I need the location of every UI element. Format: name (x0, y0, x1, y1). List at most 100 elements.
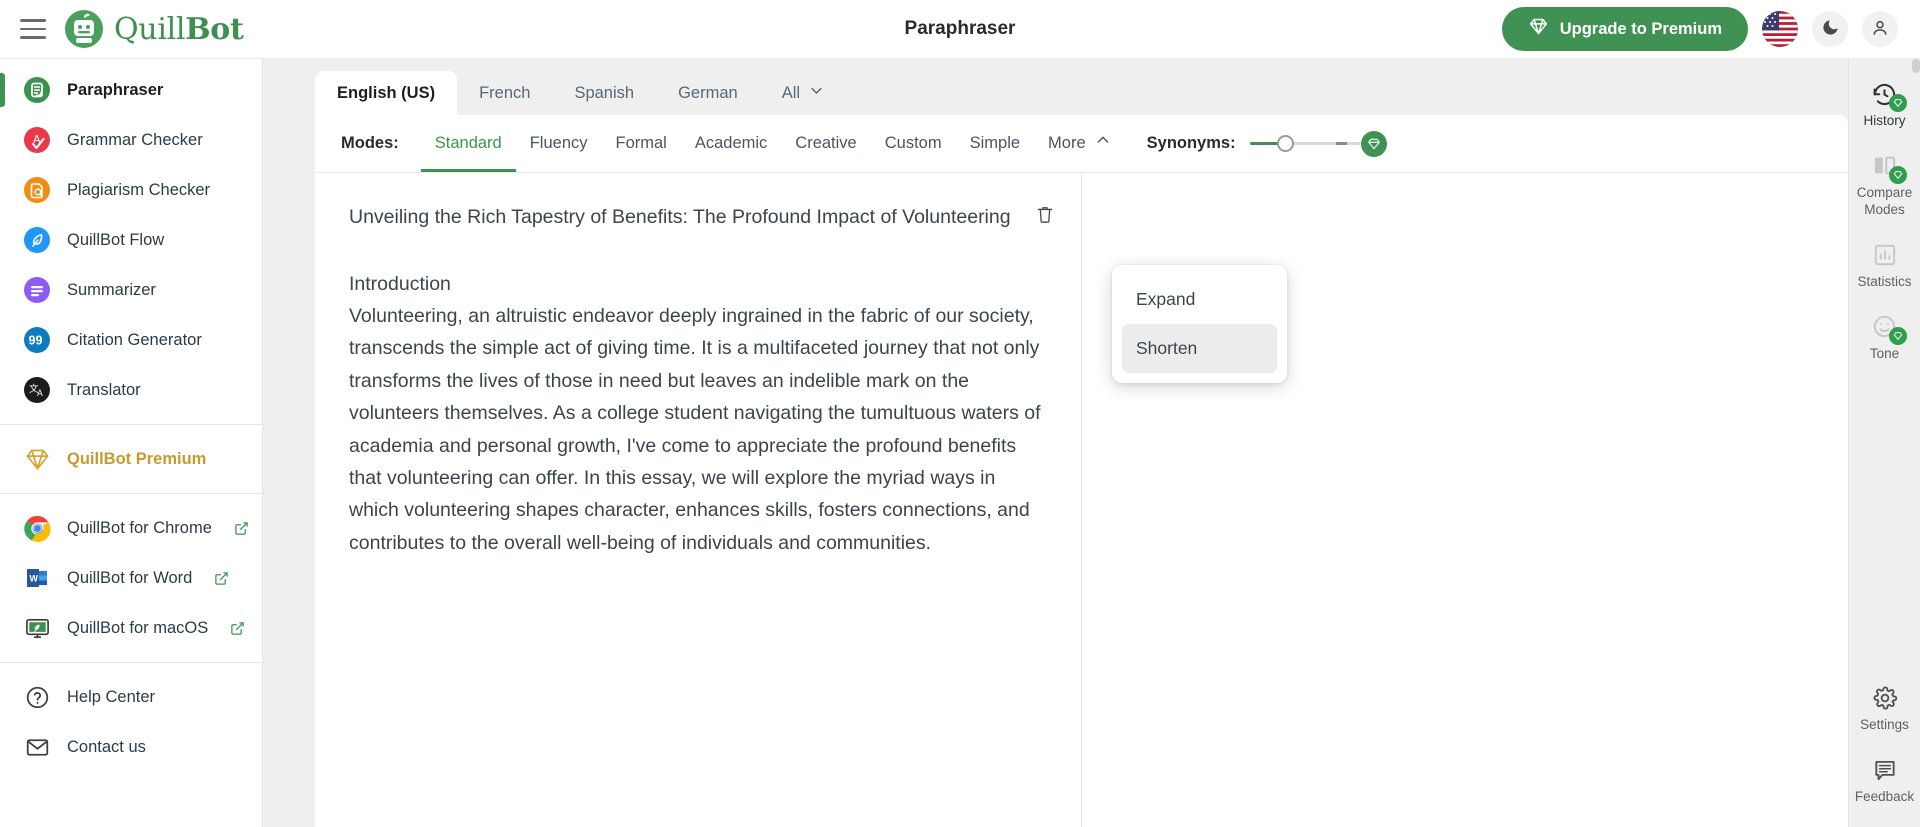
mode-formal[interactable]: Formal (602, 115, 681, 172)
help-circle-icon (22, 682, 52, 712)
sidebar-item-quillbot-for-chrome[interactable]: QuillBot for Chrome (0, 503, 262, 553)
mode-fluency[interactable]: Fluency (516, 115, 602, 172)
mode-simple[interactable]: Simple (956, 115, 1034, 172)
sidebar-item-plagiarism-checker[interactable]: Plagiarism Checker (0, 165, 262, 215)
diamond-icon (22, 444, 52, 474)
rail-label: Compare Modes (1856, 184, 1913, 217)
synonyms-slider[interactable] (1249, 130, 1387, 157)
scrollbar-thumb[interactable] (1912, 59, 1920, 73)
macos-icon (22, 613, 52, 643)
sidebar-item-quillbot-for-word[interactable]: W QuillBot for Word (0, 553, 262, 603)
plagiarism-checker-icon (22, 175, 52, 205)
dark-mode-toggle[interactable] (1812, 11, 1848, 47)
sidebar-item-quillbot-flow[interactable]: QuillBot Flow (0, 215, 262, 265)
rail-item-statistics[interactable]: Statistics (1849, 240, 1920, 291)
paraphraser-card: Modes: Standard Fluency Formal Academic … (315, 115, 1848, 827)
chevron-up-icon (1095, 115, 1111, 172)
rail-label: Settings (1860, 717, 1909, 733)
sidebar-item-help-center[interactable]: Help Center (0, 672, 262, 722)
slider-empty-track (1283, 141, 1361, 146)
tab-german[interactable]: German (656, 71, 760, 115)
chevron-down-icon (809, 83, 824, 103)
rail-item-tone[interactable]: Tone (1849, 312, 1920, 363)
rail-label: Feedback (1854, 789, 1915, 805)
statistics-bars-icon (1869, 240, 1901, 270)
tab-label: All (781, 83, 801, 102)
synonyms-control: Synonyms: (1146, 130, 1387, 157)
sidebar-label: QuillBot Premium (67, 449, 207, 468)
mode-standard[interactable]: Standard (421, 115, 516, 172)
document-section-heading: Introduction (349, 272, 451, 295)
tab-french[interactable]: French (457, 71, 552, 115)
quillbot-robot-icon (64, 9, 104, 49)
brand-text: QuillBot (114, 11, 244, 47)
tab-label: English (US) (337, 83, 436, 102)
trash-icon[interactable] (1031, 199, 1059, 232)
sidebar-item-grammar-checker[interactable]: A Grammar Checker (0, 115, 262, 165)
tab-spanish[interactable]: Spanish (552, 71, 656, 115)
history-clock-icon (1869, 79, 1907, 112)
external-link-icon (214, 571, 229, 586)
tab-english-us[interactable]: English (US) (315, 71, 458, 115)
sidebar-item-quillbot-for-macos[interactable]: QuillBot for macOS (0, 603, 262, 653)
us-flag-icon[interactable] (1762, 11, 1798, 47)
svg-text:99: 99 (29, 334, 43, 348)
editor-panes: Unveiling the Rich Tapestry of Benefits:… (315, 173, 1848, 827)
input-editor-pane[interactable]: Unveiling the Rich Tapestry of Benefits:… (315, 173, 1082, 827)
citation-generator-icon: 99 (22, 325, 52, 355)
document-title: Unveiling the Rich Tapestry of Benefits:… (349, 206, 1011, 228)
mode-custom[interactable]: Custom (871, 115, 956, 172)
mode-academic[interactable]: Academic (681, 115, 781, 172)
tab-label: German (678, 83, 738, 102)
word-icon: W (22, 563, 52, 593)
sidebar-label: Grammar Checker (67, 130, 203, 149)
rail-label: Statistics (1857, 273, 1912, 289)
rail-item-history[interactable]: History (1849, 79, 1920, 130)
external-link-icon (230, 621, 245, 636)
left-sidebar: Paraphraser A Grammar Checker Plagiarism… (0, 59, 263, 827)
grammar-checker-icon: A (22, 125, 52, 155)
rail-label: History (1863, 113, 1906, 128)
sidebar-label: Translator (67, 380, 141, 399)
rail-label: Tone (1869, 345, 1900, 361)
sidebar-item-summarizer[interactable]: Summarizer (0, 265, 262, 315)
more-modes-dropdown: Expand Shorten (1112, 265, 1287, 383)
summarizer-icon (22, 275, 52, 305)
dropdown-item-expand[interactable]: Expand (1122, 275, 1277, 324)
sidebar-item-quillbot-premium[interactable]: QuillBot Premium (0, 434, 262, 484)
slider-tick (1335, 141, 1347, 146)
rail-item-feedback[interactable]: Feedback (1849, 755, 1920, 806)
sidebar-divider-3 (0, 662, 262, 663)
sidebar-item-translator[interactable]: 文 A Translator (0, 365, 262, 415)
upgrade-to-premium-button[interactable]: Upgrade to Premium (1501, 7, 1748, 51)
header-actions: Upgrade to Premium (1501, 7, 1898, 51)
slider-thumb[interactable] (1276, 135, 1294, 152)
dropdown-item-shorten[interactable]: Shorten (1122, 324, 1277, 373)
upgrade-button-label: Upgrade to Premium (1559, 19, 1722, 38)
document-body-text: Volunteering, an altruistic endeavor dee… (349, 305, 1041, 554)
sidebar-item-citation-generator[interactable]: 99 Citation Generator (0, 315, 262, 365)
quillbot-logo[interactable]: QuillBot (64, 9, 244, 49)
tone-smiley-icon (1869, 312, 1907, 345)
mode-more-button[interactable]: More (1034, 115, 1121, 172)
synonyms-premium-button[interactable] (1360, 130, 1387, 157)
gear-icon (1869, 683, 1901, 713)
sidebar-label: Paraphraser (67, 80, 164, 99)
synonyms-label: Synonyms: (1146, 134, 1236, 152)
mode-creative[interactable]: Creative (781, 115, 870, 172)
hamburger-menu-icon[interactable] (20, 19, 46, 39)
paraphraser-icon (22, 75, 52, 105)
tab-all-languages[interactable]: All (760, 71, 846, 115)
sidebar-label: Contact us (67, 737, 146, 756)
sidebar-label: QuillBot for Chrome (67, 518, 212, 537)
account-button[interactable] (1862, 11, 1898, 47)
svg-text:A: A (37, 389, 43, 399)
sidebar-item-contact-us[interactable]: Contact us (0, 722, 262, 772)
sidebar-divider-2 (0, 493, 262, 494)
rail-item-compare-modes[interactable]: Compare Modes (1849, 151, 1920, 219)
sidebar-label: Citation Generator (67, 330, 202, 349)
compare-modes-icon (1869, 151, 1907, 184)
app-body: Paraphraser A Grammar Checker Plagiarism… (0, 59, 1920, 827)
rail-item-settings[interactable]: Settings (1849, 683, 1920, 734)
sidebar-item-paraphraser[interactable]: Paraphraser (0, 65, 262, 115)
